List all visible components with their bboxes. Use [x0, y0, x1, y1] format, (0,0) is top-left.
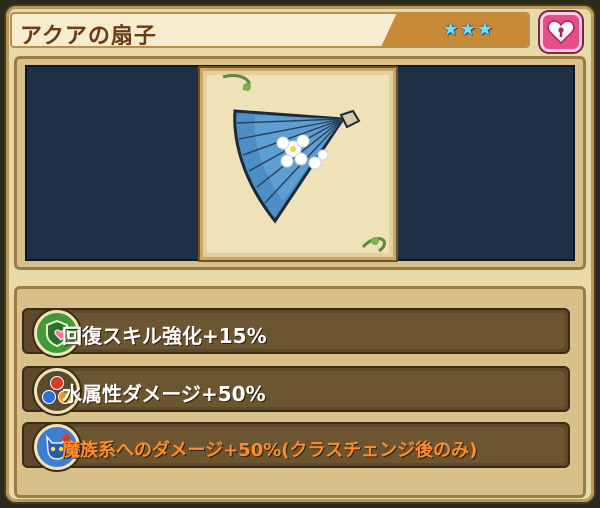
- heart-lock-icon: [547, 20, 575, 45]
- skill-text: 水属性ダメージ+50%: [62, 382, 266, 406]
- rarity-stars: ★★★: [442, 19, 494, 40]
- item-header: アクアの扇子 ★★★: [10, 12, 530, 48]
- item-name: アクアの扇子: [20, 24, 157, 48]
- favorite-lock-button[interactable]: [540, 12, 582, 52]
- artwork-card: [200, 68, 396, 260]
- skill-text: 回復スキル強化+15%: [62, 324, 267, 348]
- skill-text: 魔族系へのダメージ+50%(クラスチェンジ後のみ): [62, 440, 478, 461]
- folding-fan-icon: [222, 74, 386, 253]
